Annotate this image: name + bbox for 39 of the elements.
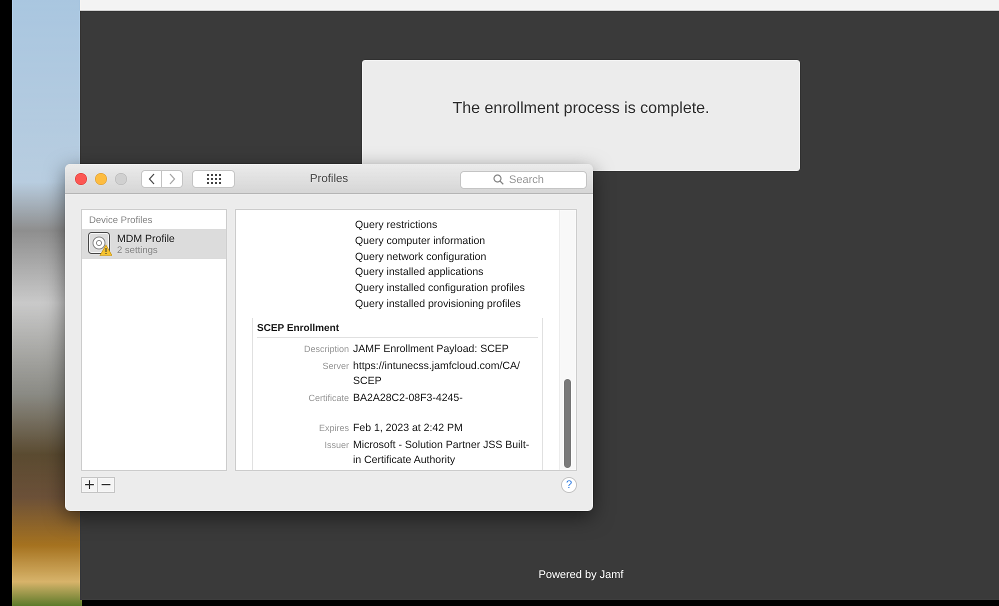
zoom-icon — [115, 172, 127, 184]
show-all-button[interactable] — [192, 170, 235, 188]
field-value: JAMF Enrollment Payload: SCEP — [353, 342, 510, 357]
field-label: Certificate — [307, 392, 349, 405]
field-label: Issuer — [323, 438, 349, 452]
permission-text: Query installed configuration profiles — [355, 281, 526, 296]
permission-text: Query restrictions — [355, 218, 438, 233]
field-value: https://intunecss.jamfcloud.com/CA/SCEP — [353, 358, 521, 389]
scrollbar-thumb[interactable] — [564, 379, 571, 468]
add-button[interactable]: + — [81, 477, 98, 493]
field-label: Description — [302, 342, 349, 356]
remove-button[interactable]: − — [98, 477, 115, 493]
search-icon — [493, 174, 504, 184]
permission-text: Query network configuration — [355, 250, 488, 265]
profile-detail: 2 settings — [117, 244, 159, 256]
search-field[interactable]: Search — [460, 170, 587, 188]
list-heading: Device Profiles — [88, 214, 154, 228]
field-label: Expires — [318, 422, 349, 435]
chevron-right-icon — [168, 172, 176, 184]
window-title: Profiles — [310, 172, 348, 184]
back-button[interactable] — [141, 170, 162, 188]
section-title: SCEP Enrollment — [257, 318, 538, 338]
chevron-left-icon — [148, 172, 156, 184]
permission-text: Query installed applications — [355, 265, 484, 280]
profile-name: MDM Profile — [117, 232, 175, 244]
field-value: BA2A28C2-08F3-4245- — [353, 390, 464, 406]
profile-warning-icon — [88, 232, 112, 256]
help-button[interactable]: ? — [561, 477, 577, 493]
field-value: Feb 1, 2023 at 2:42 PM — [353, 420, 464, 436]
close-icon[interactable] — [75, 172, 87, 184]
field-label: Server — [321, 360, 349, 373]
permission-text: Query installed provisioning profiles — [355, 296, 522, 312]
powered-by-text: Powered by Jamf — [538, 569, 624, 581]
field-value: Microsoft - Solution Partner JSS Built-in Certificate Authority — [353, 438, 530, 468]
profile-item[interactable]: MDM Profile 2 settings — [82, 229, 226, 259]
permission-text: Query computer information — [355, 234, 486, 249]
minimize-icon[interactable] — [95, 172, 107, 184]
enrollment-message: The enrollment process is complete. — [452, 100, 710, 119]
grid-icon — [206, 174, 220, 184]
